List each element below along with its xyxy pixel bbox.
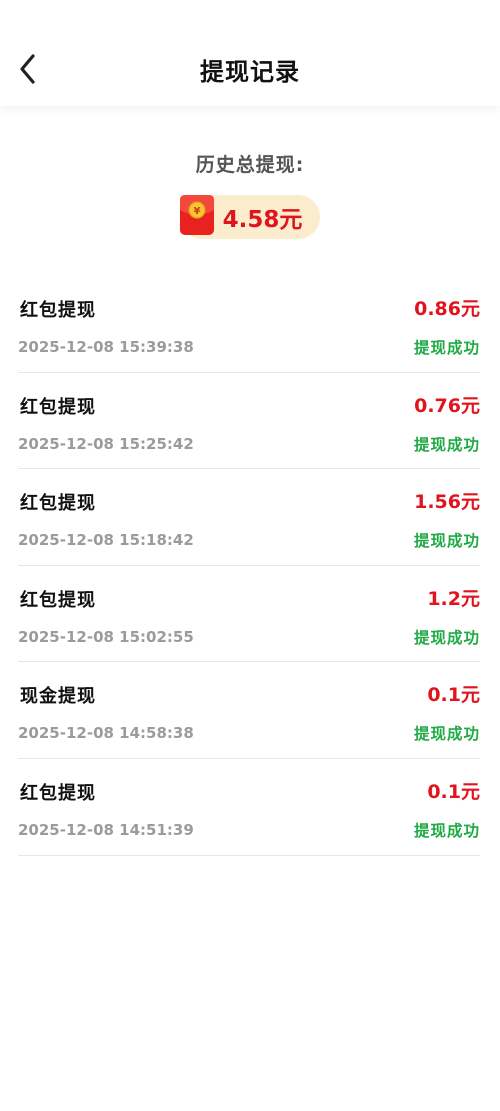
record-status: 提现成功	[413, 821, 480, 840]
page-title: 提现记录	[200, 58, 300, 86]
record-status: 提现成功	[413, 532, 480, 551]
record-type: 红包提现	[20, 782, 96, 804]
record-type: 红包提现	[20, 396, 96, 418]
withdraw-summary: 历史总提现: ¥ 4.58元	[0, 106, 500, 242]
record-status: 提现成功	[413, 725, 480, 744]
record-amount: 0.86元	[414, 298, 480, 320]
record-type: 红包提现	[20, 589, 96, 611]
record-time: 2025-12-08 15:39:38	[18, 338, 194, 356]
record-amount: 0.76元	[414, 394, 480, 417]
record-amount: 0.1元	[427, 780, 480, 803]
record-row: 红包提现 2025-12-08 15:39:38 0.86元 提现成功	[18, 276, 480, 373]
record-row: 红包提现 2025-12-08 15:02:55 1.2元 提现成功	[18, 566, 480, 663]
record-time: 2025-12-08 15:25:42	[18, 434, 194, 453]
record-row: 现金提现 2025-12-08 14:58:38 0.1元 提现成功	[18, 662, 480, 759]
top-nav-bar: 提现记录	[0, 0, 500, 106]
total-amount: 4.58元	[222, 207, 303, 233]
withdraw-record-list: 红包提现 2025-12-08 15:39:38 0.86元 提现成功 红包提现…	[0, 276, 500, 856]
record-row: 红包提现 2025-12-08 15:25:42 0.76元 提现成功	[18, 373, 480, 470]
svg-text:¥: ¥	[193, 206, 200, 217]
record-row: 红包提现 2025-12-08 15:18:42 1.56元 提现成功	[18, 469, 480, 566]
record-time: 2025-12-08 14:51:39	[18, 820, 194, 839]
record-type: 红包提现	[20, 493, 96, 515]
record-row: 红包提现 2025-12-08 14:51:39 0.1元 提现成功	[18, 759, 480, 856]
record-type: 现金提现	[20, 686, 96, 708]
record-amount: 0.1元	[427, 684, 480, 707]
record-amount: 1.56元	[414, 491, 480, 514]
record-status: 提现成功	[413, 339, 480, 357]
record-time: 2025-12-08 15:18:42	[18, 531, 194, 550]
total-amount-badge: ¥ 4.58元	[179, 195, 321, 239]
total-withdraw-label: 历史总提现:	[195, 154, 305, 176]
record-time: 2025-12-08 14:58:38	[18, 724, 194, 743]
record-status: 提现成功	[413, 628, 480, 647]
record-time: 2025-12-08 15:02:55	[18, 627, 194, 646]
record-amount: 1.2元	[427, 587, 480, 610]
red-packet-icon: ¥	[179, 195, 214, 235]
record-status: 提现成功	[413, 435, 480, 454]
record-type: 红包提现	[20, 300, 96, 321]
